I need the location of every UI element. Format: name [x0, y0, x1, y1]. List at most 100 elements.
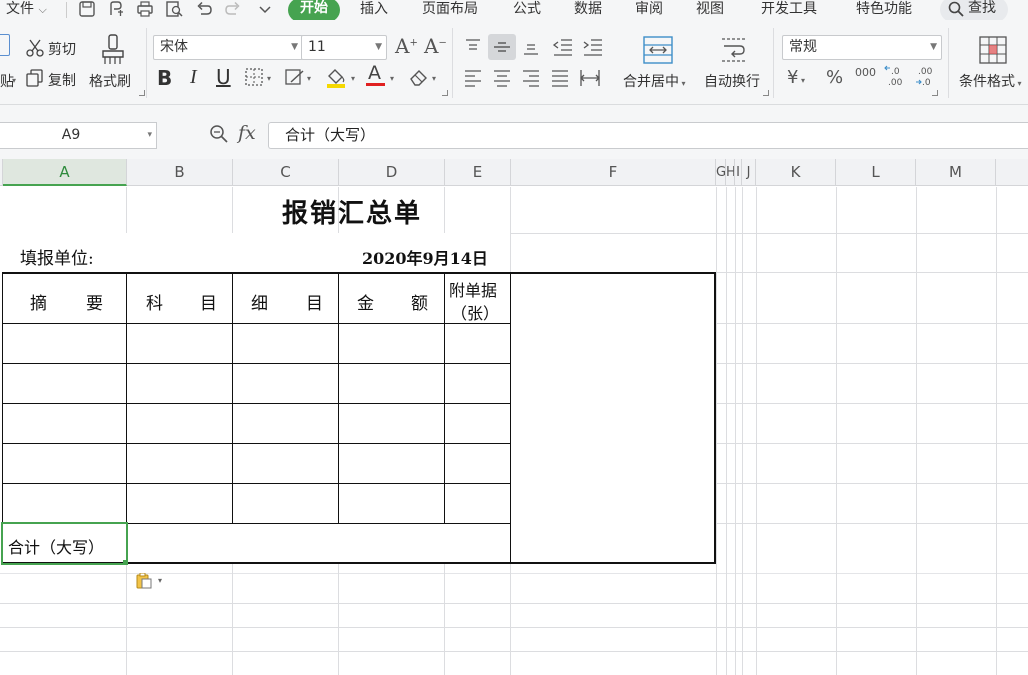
font-color-icon[interactable]: A: [366, 62, 386, 88]
chevron-down-icon[interactable]: ▾: [267, 74, 271, 83]
align-left-icon[interactable]: [463, 68, 483, 88]
wrap-text-button[interactable]: 自动换行: [704, 71, 760, 91]
tab-insert[interactable]: 插入: [360, 0, 388, 20]
merge-center-button[interactable]: 合并居中 ▾: [623, 71, 686, 91]
column-header-k[interactable]: K: [756, 159, 836, 186]
cut-icon[interactable]: [26, 39, 44, 57]
format-painter-icon[interactable]: [100, 34, 126, 66]
align-middle-button[interactable]: [488, 34, 516, 60]
number-format-select[interactable]: 常规 ▼: [782, 35, 942, 60]
chevron-down-icon[interactable]: ▾: [307, 74, 311, 83]
copy-button[interactable]: 复制: [48, 70, 76, 90]
table-border: [2, 403, 511, 404]
worksheet-grid[interactable]: 报销汇总单 填报单位: 2020年9月14日 摘 要 科 目 细 目 金 额 附…: [0, 187, 1028, 675]
chevron-down-icon[interactable]: ▾: [390, 74, 394, 83]
align-top-icon[interactable]: [463, 37, 483, 57]
print-icon[interactable]: [136, 1, 154, 17]
align-right-icon[interactable]: [521, 68, 541, 88]
tab-view[interactable]: 视图: [696, 0, 724, 20]
paste-dropdown-icon[interactable]: ▾: [12, 76, 16, 85]
font-size-select[interactable]: 11 ▼: [301, 35, 387, 60]
distributed-align-icon[interactable]: [579, 67, 601, 89]
table-border: [232, 273, 233, 523]
column-header-c[interactable]: C: [233, 159, 339, 186]
column-header-d[interactable]: D: [339, 159, 445, 186]
column-header-b[interactable]: B: [127, 159, 233, 186]
column-header-i[interactable]: I: [735, 159, 742, 186]
paste-icon[interactable]: [0, 34, 10, 56]
decrease-font-icon[interactable]: A−: [424, 34, 447, 58]
copy-icon[interactable]: [26, 69, 44, 87]
undo-icon[interactable]: [195, 1, 213, 17]
column-header-e[interactable]: E: [445, 159, 511, 186]
merge-center-icon[interactable]: [643, 36, 673, 64]
gridline: [716, 323, 1028, 324]
font-name-select[interactable]: 宋体 ▼: [153, 35, 303, 60]
chevron-down-icon[interactable]: ▾: [432, 74, 436, 83]
fill-pattern-icon[interactable]: [285, 68, 305, 86]
zoom-search-icon[interactable]: [209, 124, 229, 144]
font-launcher-icon[interactable]: [442, 90, 448, 96]
decrease-decimal-icon[interactable]: .00.0: [914, 64, 936, 88]
bold-button[interactable]: B: [157, 66, 172, 90]
table-border: [2, 443, 511, 444]
column-header-h[interactable]: H: [726, 159, 735, 186]
output-pdf-icon[interactable]: [108, 1, 126, 17]
gridline: [444, 187, 445, 233]
align-bottom-icon[interactable]: [521, 37, 541, 57]
gridline: [232, 564, 233, 675]
fill-color-icon[interactable]: [325, 66, 347, 88]
tab-home[interactable]: 开始: [288, 0, 340, 22]
justify-icon[interactable]: [550, 68, 570, 88]
increase-indent-icon[interactable]: [582, 37, 604, 57]
borders-icon[interactable]: [245, 68, 263, 86]
paste-options-icon[interactable]: [136, 573, 154, 589]
thousands-separator-button[interactable]: 000: [855, 66, 876, 79]
conditional-format-button[interactable]: 条件格式 ▾: [959, 71, 1022, 91]
tab-page-layout[interactable]: 页面布局: [422, 0, 478, 20]
increase-decimal-icon[interactable]: .0.00: [884, 64, 906, 88]
save-icon[interactable]: [78, 1, 96, 17]
tab-review[interactable]: 审阅: [635, 0, 663, 20]
chevron-down-icon[interactable]: ▾: [147, 123, 152, 147]
column-header-f[interactable]: F: [511, 159, 716, 186]
divider: [146, 28, 147, 98]
fill-handle[interactable]: [123, 560, 128, 565]
tab-developer[interactable]: 开发工具: [761, 0, 817, 20]
gridline: [735, 187, 736, 675]
function-icon[interactable]: fx: [238, 122, 256, 144]
print-preview-icon[interactable]: [165, 1, 183, 17]
redo-icon[interactable]: [224, 1, 242, 17]
number-launcher-icon[interactable]: [932, 90, 938, 96]
column-header-l[interactable]: L: [836, 159, 916, 186]
clipboard-launcher-icon[interactable]: [139, 90, 145, 96]
percent-button[interactable]: %: [826, 67, 843, 88]
column-header-g[interactable]: G: [716, 159, 726, 186]
align-center-icon[interactable]: [492, 68, 512, 88]
formula-input[interactable]: 合计（大写）: [268, 122, 1028, 149]
tab-formulas[interactable]: 公式: [513, 0, 541, 20]
selected-cell-a9[interactable]: [1, 522, 128, 565]
search-button[interactable]: 查找: [940, 0, 1008, 22]
cut-button[interactable]: 剪切: [48, 39, 76, 59]
chevron-down-icon[interactable]: [256, 1, 274, 17]
file-menu[interactable]: 文件 ⌵: [6, 0, 47, 20]
alignment-launcher-icon[interactable]: [763, 90, 769, 96]
clear-format-icon[interactable]: [408, 67, 430, 87]
decrease-indent-icon[interactable]: [552, 37, 574, 57]
increase-font-icon[interactable]: A+: [395, 34, 418, 58]
column-header-a[interactable]: A: [3, 159, 127, 186]
tab-special-features[interactable]: 特色功能: [856, 0, 912, 20]
underline-button[interactable]: U: [216, 65, 231, 89]
conditional-format-icon[interactable]: [979, 36, 1007, 64]
column-header-m[interactable]: M: [916, 159, 996, 186]
tab-data[interactable]: 数据: [574, 0, 602, 20]
chevron-down-icon[interactable]: ▾: [158, 576, 162, 585]
name-box[interactable]: A9 ▾: [0, 122, 157, 149]
italic-button[interactable]: I: [190, 66, 197, 89]
currency-button[interactable]: ¥ ▾: [787, 67, 805, 88]
wrap-text-icon[interactable]: [720, 36, 748, 64]
format-painter-button[interactable]: 格式刷: [89, 71, 131, 91]
column-header-j[interactable]: J: [742, 159, 756, 186]
chevron-down-icon[interactable]: ▾: [351, 74, 355, 83]
